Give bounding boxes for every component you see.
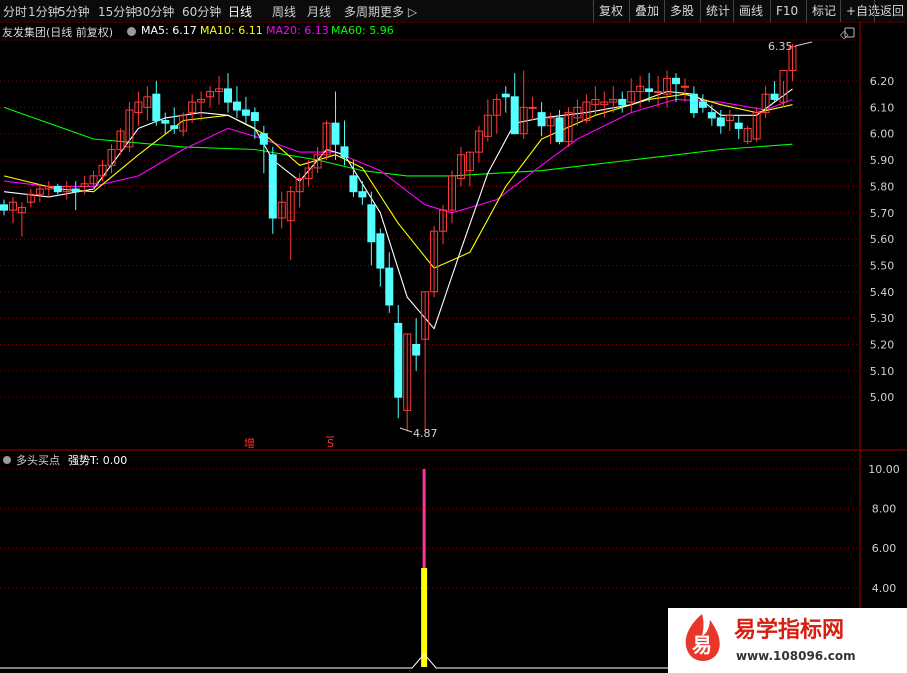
indicator-title: 多头买点 [16,453,60,467]
candle-body [259,133,268,145]
indicator-tick-label: 6.00 [872,542,897,555]
candle-body [716,117,725,127]
candle-body [510,96,519,135]
price-tick-label: 5.70 [870,207,895,220]
candle-body [232,101,241,111]
high-price-label: 6.35 [768,40,793,53]
watermark-logo-char: 易 [692,633,712,657]
price-tick-label: 5.50 [870,259,895,272]
candle-body [707,112,716,119]
price-tick-label: 5.90 [870,154,895,167]
candle-body [53,185,62,193]
indicator-tick-label: 10.00 [868,463,900,476]
candle-body [152,93,161,122]
ma60-line [3,106,793,177]
candle-body [672,77,680,85]
price-tick-label: 5.20 [870,339,895,352]
s-marker: S [327,437,334,450]
indicator-value: 强势T: 0.00 [68,454,127,467]
candle-body [268,154,277,219]
candle-body [555,117,564,143]
price-tick-label: 5.60 [870,233,895,246]
price-tick-label: 6.20 [870,75,895,88]
price-tick-label: 5.80 [870,180,895,193]
candle-body [224,88,232,103]
watermark-name: 易学指标网 [734,617,844,643]
candle-body [734,122,743,129]
low-price-label: 4.87 [413,427,438,440]
candle-body [689,93,698,114]
indicator-settings-icon[interactable] [3,456,11,464]
zeng-marker: 增 [244,436,255,450]
candle-body [698,101,707,108]
candle-body [358,191,367,198]
ma10-line [3,93,793,269]
candle-body [394,322,403,398]
candle-body [537,112,546,127]
candle-body [501,93,510,98]
candle-body [618,98,627,106]
candle-body [71,188,80,193]
candle-body [161,120,170,124]
candle-body [680,85,689,88]
candle-body [376,233,385,269]
high-pointer [794,41,813,47]
candle-body [770,93,779,100]
candle-body [0,204,8,211]
candle-body [170,125,179,129]
price-tick-label: 5.00 [870,391,895,404]
candle-body [331,122,340,145]
price-tick-label: 5.30 [870,312,895,325]
candle-body [250,112,259,122]
kline-chart[interactable]: 6.20 6.10 6.00 5.90 5.80 5.70 5.60 5.50 5.40 5.30… [0,0,907,673]
indicator-bar-magenta [422,469,426,568]
watermark-url: www.108096.com [736,649,856,663]
candle-body [385,267,394,306]
ma20-line [3,98,793,214]
candle-body [412,344,421,356]
indicator-bar-yellow [421,568,428,667]
price-tick-label: 6.00 [870,128,895,141]
candle-body [340,146,349,158]
candle-body [654,91,663,94]
candle-body [528,106,537,109]
candle-body [241,109,250,116]
price-tick-label: 6.10 [870,101,895,114]
low-pointer [399,427,413,433]
ma5-line [3,88,793,330]
candle-body [349,175,358,193]
price-tick-label: 5.10 [870,365,895,378]
indicator-tick-label: 8.00 [872,503,897,516]
price-tick-label: 5.40 [870,286,895,299]
indicator-tick-label: 4.00 [872,582,897,595]
candle-body [645,88,654,93]
candle-body [367,204,376,243]
